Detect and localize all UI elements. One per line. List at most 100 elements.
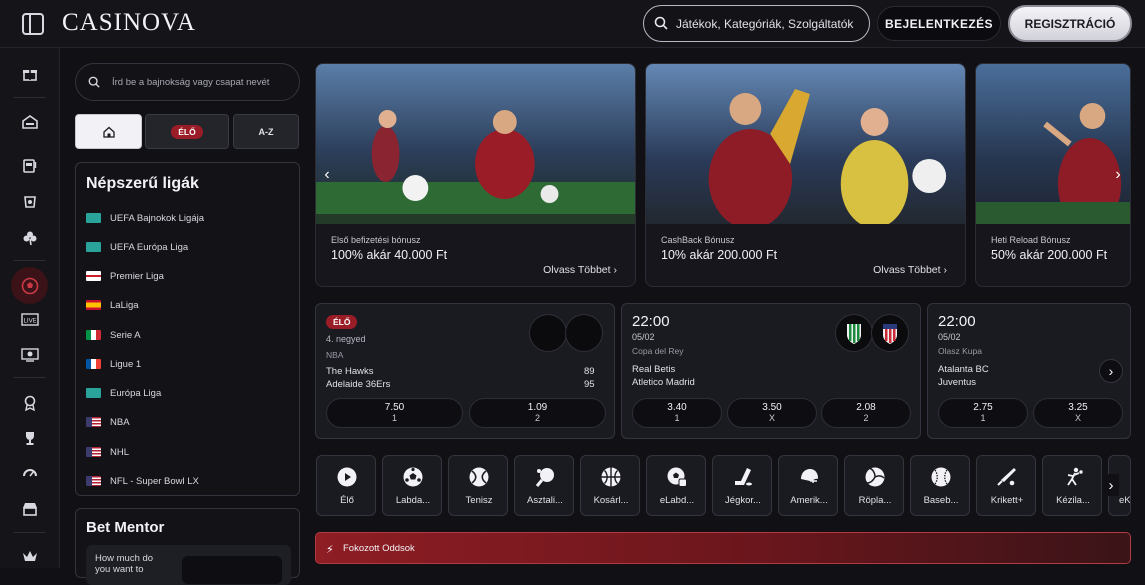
league-item[interactable]: Premier Liga [86,267,164,285]
live-tv-icon[interactable]: LIVE [21,311,39,329]
odds-outcome: X [768,413,775,423]
sport-category[interactable]: Kézila... [1042,455,1102,516]
baseball-icon [931,467,951,487]
league-item[interactable]: NHL [86,443,129,461]
matches-next-button[interactable]: › [1099,359,1123,383]
badge-icon[interactable] [21,394,39,412]
promo-read-more-link[interactable]: Olvass Többet › [873,264,947,276]
live-badge: ÉLŐ [171,124,203,139]
odds-button[interactable]: 2.08 2 [821,398,911,428]
register-button[interactable]: REGISZTRÁCIÓ [1008,5,1132,42]
match-card[interactable]: 22:00 05/02 Copa del Rey Real Betis Atle… [621,303,921,439]
odds-button[interactable]: 3.25 X [1033,398,1123,428]
sport-category[interactable]: Krikett+ [976,455,1036,516]
odds-button[interactable]: 3.40 1 [632,398,722,428]
rail-divider [14,97,46,98]
popular-leagues-panel: Népszerű ligák UEFA Bajnokok Ligája UEFA… [75,162,300,496]
brand-logo[interactable]: CASINOVA [62,9,196,37]
gift-icon[interactable] [21,65,39,83]
sport-category[interactable]: eLabd... [646,455,706,516]
odds-value: 3.40 [667,402,687,413]
home-score: 89 [584,366,595,377]
game-search-input[interactable]: Játékok, Kategóriák, Szolgáltatók [643,5,870,42]
league-item[interactable]: UEFA Európa Liga [86,238,188,256]
match-home-team: Real Betis [632,364,676,375]
football-helmet-icon [801,469,818,483]
promo-card[interactable]: Heti Reload Bónusz 50% akár 200.000 Ft [975,63,1131,287]
sport-category[interactable]: Kosárl... [580,455,640,516]
tab-home[interactable] [75,114,142,149]
odds-outcome: X [1074,413,1081,423]
boosted-odds-bar[interactable]: ⚡ Fokozott Oddsok [315,532,1131,564]
odds-outcome: 1 [980,413,986,423]
league-name: NFL - Super Bowl LX [110,475,199,487]
sport-label: Baseb... [923,495,959,506]
league-item[interactable]: NBA [86,413,130,431]
sport-category[interactable]: Röpla... [844,455,904,516]
tab-a-z[interactable]: A-Z [233,114,299,149]
promo-card[interactable]: CashBack Bónusz 10% akár 200.000 Ft Olva… [645,63,966,287]
trophy-icon[interactable] [21,429,39,447]
popular-leagues-title: Népszerű ligák [86,175,199,192]
odds-value: 2.08 [856,402,876,413]
match-away-team: Adelaide 36Ers [326,379,391,390]
sport-label: Asztali... [527,495,563,506]
league-item[interactable]: LaLiga [86,296,139,314]
odds-button[interactable]: 1.09 2 [469,398,606,428]
sport-category[interactable]: Labda... [382,455,442,516]
cricket-icon [997,468,1016,486]
odds-button[interactable]: 2.75 1 [938,398,1028,428]
game-search-placeholder: Játékok, Kategóriák, Szolgáltatók [676,17,854,31]
tennis-ball-icon [469,467,489,487]
league-name: LaLiga [110,299,139,311]
hockey-icon [735,468,752,486]
sidebar-toggle-icon[interactable] [22,13,44,35]
sport-label: eK [1119,495,1131,506]
promo-kicker: Heti Reload Bónusz [991,235,1071,245]
promo-card[interactable]: Első befizetési bónusz 100% akár 40.000 … [315,63,636,287]
crown-icon[interactable] [21,547,39,565]
league-item[interactable]: UEFA Bajnokok Ligája [86,209,204,227]
league-name: UEFA Európa Liga [110,241,189,253]
slot-machine-icon[interactable] [21,157,39,175]
tab-live[interactable]: ÉLŐ [145,114,229,149]
soccer-ball-icon [403,467,423,487]
match-period: 4. negyed [326,334,366,344]
league-item[interactable]: NFL - Super Bowl LX [86,472,199,490]
shop-icon[interactable] [21,500,39,518]
odds-value: 3.25 [1068,402,1088,413]
league-item[interactable]: Európa Liga [86,384,161,402]
sport-category[interactable]: Baseb... [910,455,970,516]
search-icon [88,76,100,88]
speedometer-icon[interactable] [21,464,39,482]
sports-nav-active[interactable] [11,267,48,304]
sport-category-live[interactable]: Élő [316,455,376,516]
odds-outcome: 1 [674,413,680,423]
clover-icon[interactable] [21,229,39,247]
virtual-sports-icon[interactable] [21,346,39,364]
login-button[interactable]: BEJELENTKEZÉS [877,6,1001,41]
odds-button[interactable]: 3.50 X [727,398,817,428]
league-item[interactable]: Ligue 1 [86,355,141,373]
match-away-team: Juventus [938,377,977,388]
league-item[interactable]: Serie A [86,326,141,344]
casino-home-icon[interactable] [21,113,39,131]
promo-read-more-link[interactable]: Olvass Többet › [543,264,617,276]
odds-button[interactable]: 7.50 1 [326,398,463,428]
sport-category[interactable]: Jégkor... [712,455,772,516]
usa-flag-icon [86,476,101,486]
esoccer-icon [667,467,687,487]
live-casino-icon[interactable] [21,193,39,211]
england-flag-icon [86,271,101,281]
bet-amount-input[interactable] [182,556,282,584]
sport-category[interactable]: Amerik... [778,455,838,516]
carousel-prev-button[interactable]: ‹ [319,166,335,184]
sport-category[interactable]: Tenisz [448,455,508,516]
table-tennis-icon [535,468,554,487]
top-bar: CASINOVA Játékok, Kategóriák, Szolgáltat… [0,0,1145,48]
match-card[interactable]: ÉLŐ 4. negyed NBA The Hawks Adelaide 36E… [315,303,615,439]
sport-category[interactable]: Asztali... [514,455,574,516]
league-search-input[interactable]: Írd be a bajnokság vagy csapat nevét [75,63,300,101]
carousel-next-button[interactable]: › [1110,166,1126,184]
sports-next-button[interactable]: › [1103,474,1119,496]
